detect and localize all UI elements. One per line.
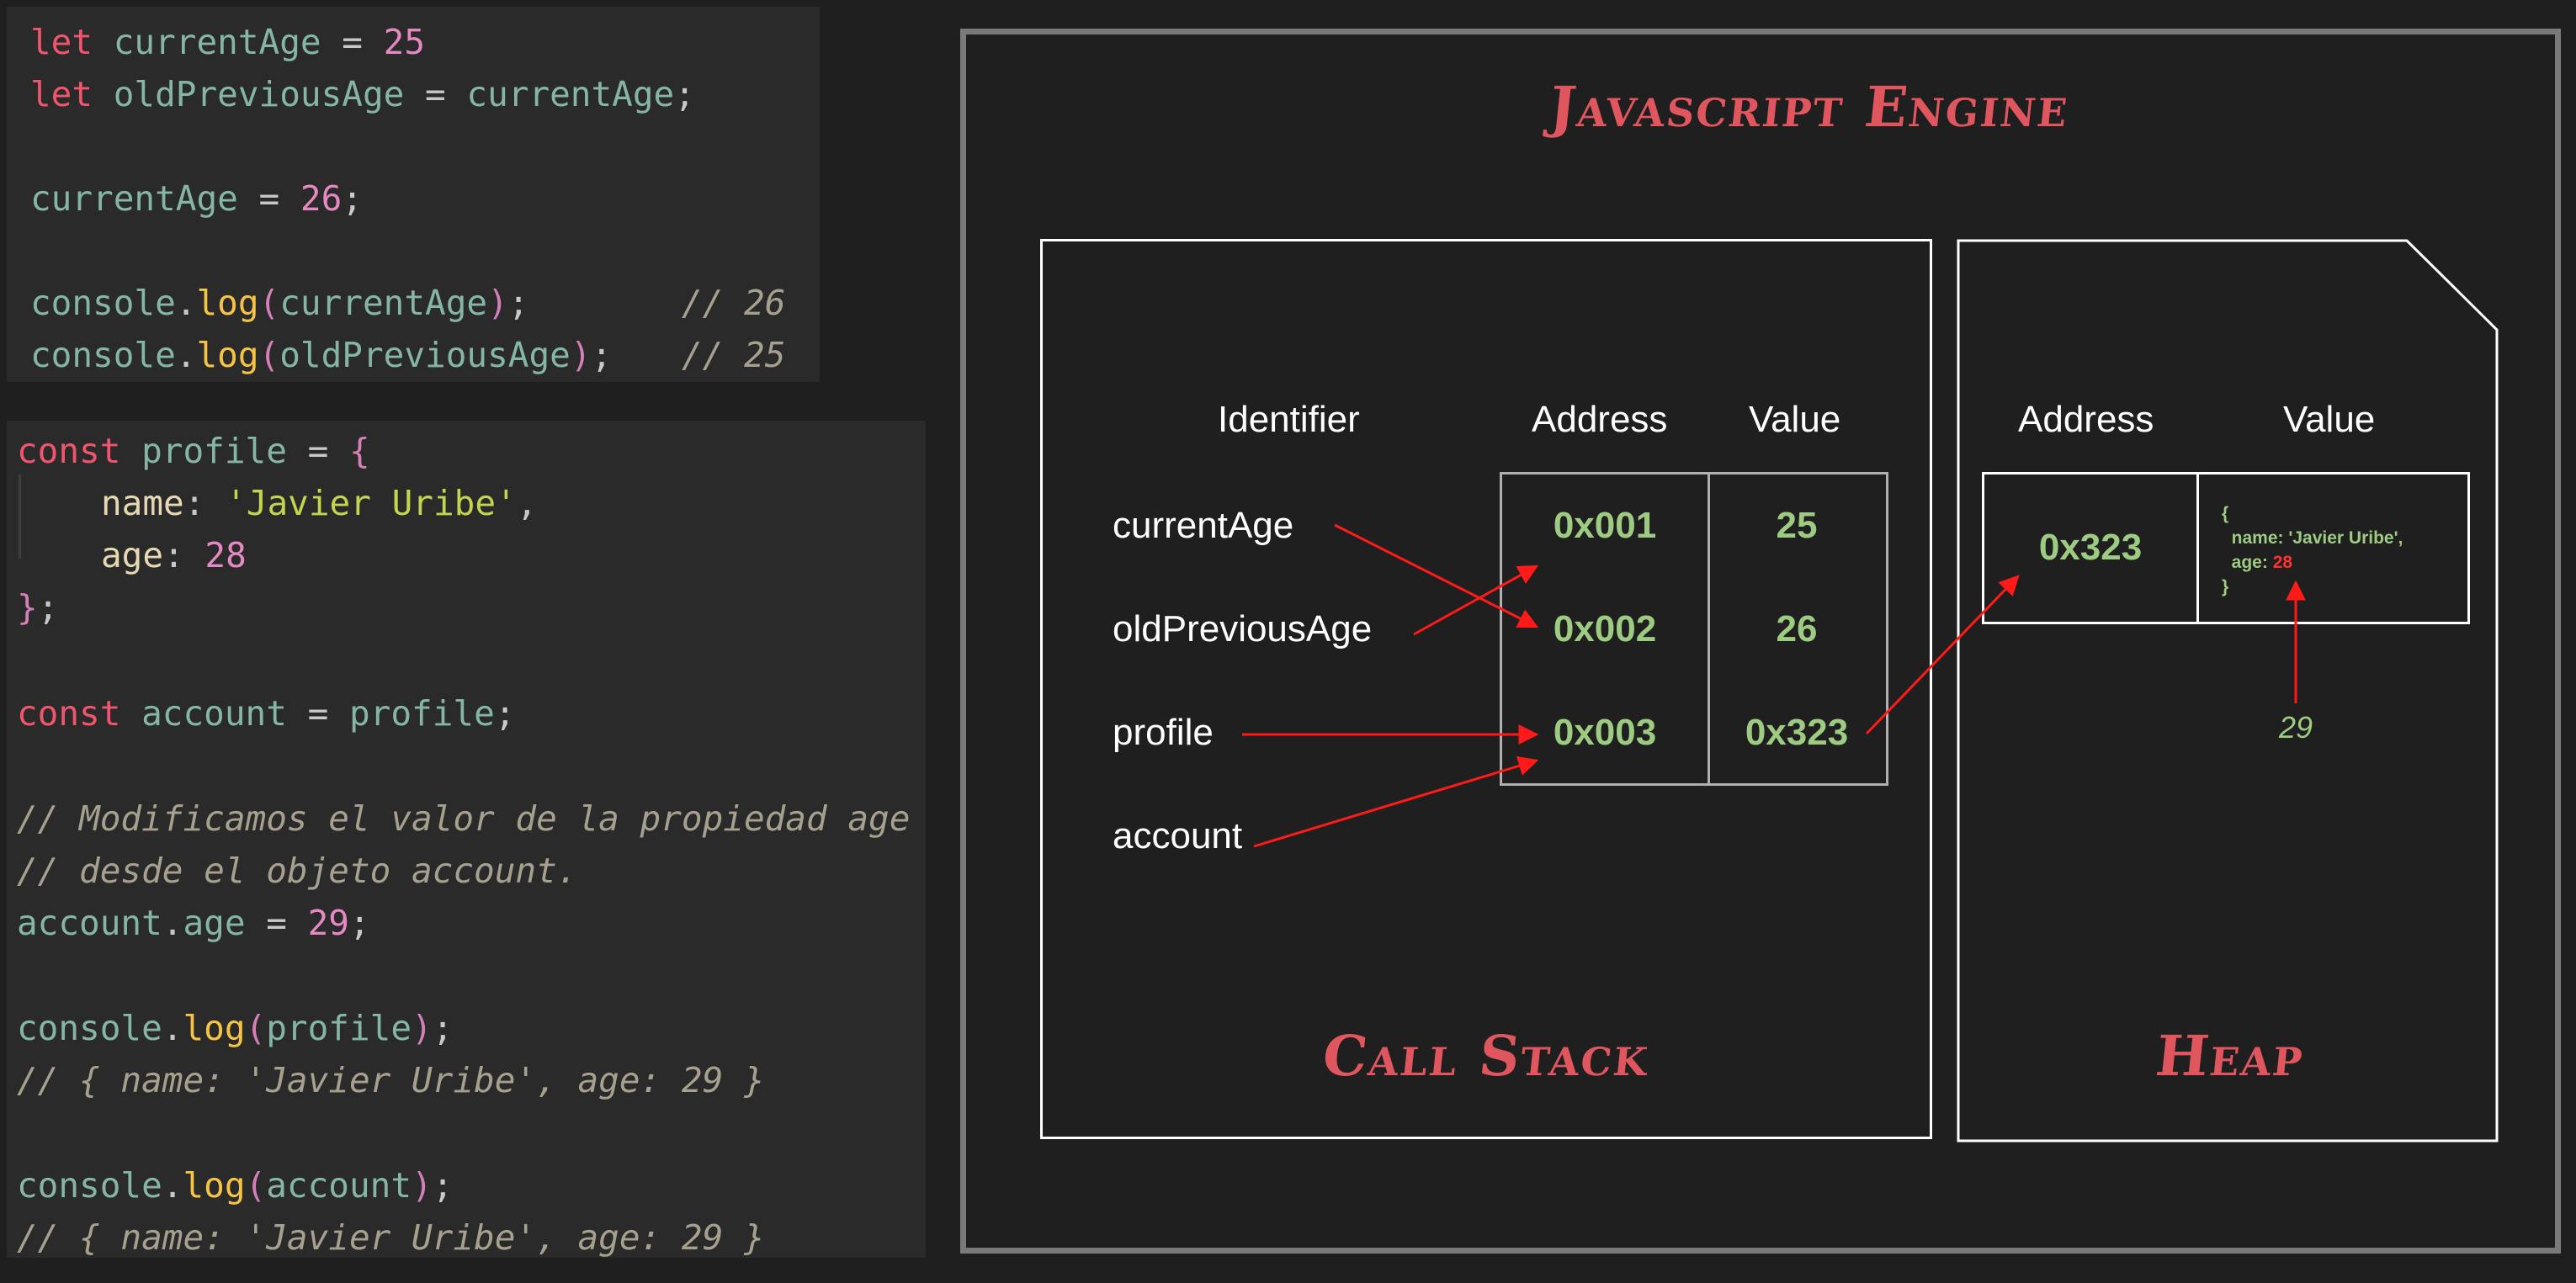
stack-identifier: profile [1113, 712, 1214, 753]
identifier-column-header: Identifier [1218, 399, 1360, 440]
new-age-value: 29 [2279, 710, 2313, 745]
table-divider [2196, 474, 2199, 622]
heap-object-value: { name: 'Javier Uribe', age: 28} [2222, 501, 2403, 599]
heap-object-key: age: [2222, 553, 2273, 572]
heap-address: 0x323 [2038, 527, 2143, 568]
stack-identifier: currentAge [1113, 505, 1294, 546]
stack-value: 26 [1776, 608, 1818, 649]
stack-address: 0x002 [1553, 608, 1657, 649]
heap-object-age: 28 [2272, 553, 2293, 572]
call-stack-title: Call Stack [1320, 1023, 1653, 1089]
stack-identifier: account [1113, 815, 1243, 856]
heap-object-line: age: 28 [2222, 550, 2403, 575]
value-column-header: Value [1749, 399, 1841, 440]
heap-value-header: Value [2283, 399, 2376, 440]
heap-title: Heap [2153, 1023, 2308, 1089]
stack-value: 25 [1776, 505, 1818, 546]
heap-object-line: { [2222, 504, 2229, 523]
stack-identifier: oldPreviousAge [1113, 608, 1373, 649]
address-column-header: Address [1532, 399, 1668, 440]
stack-address: 0x001 [1553, 505, 1657, 546]
stack-value: 0x323 [1745, 712, 1849, 753]
heap-object-line: } [2222, 577, 2229, 596]
heap-address-header: Address [2018, 399, 2154, 440]
heap-object-line: name: 'Javier Uribe', [2222, 528, 2403, 548]
stack-address: 0x003 [1553, 712, 1657, 753]
